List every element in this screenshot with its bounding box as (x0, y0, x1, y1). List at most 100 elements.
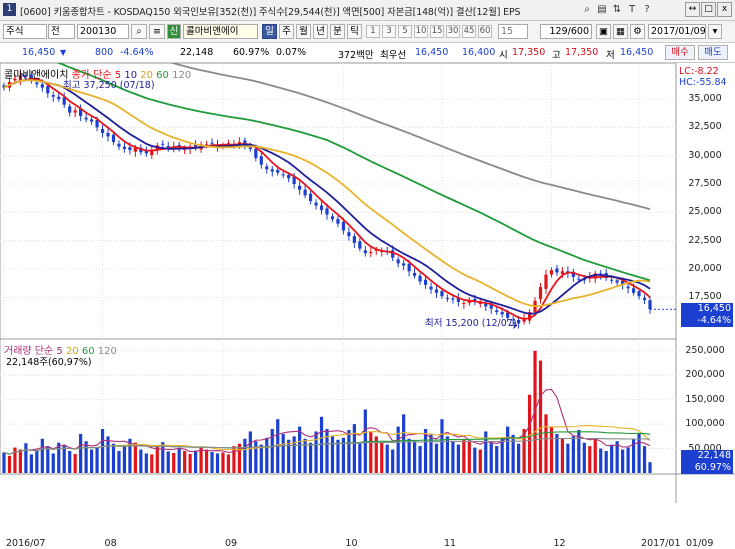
minute-1[interactable]: 1 (366, 25, 380, 38)
stock-chart[interactable] (0, 63, 735, 503)
volume-bar (478, 449, 482, 473)
volume-bar (188, 453, 192, 473)
candle-body (161, 143, 165, 145)
candle-body (84, 117, 88, 120)
x-tick-label: 09 (224, 538, 238, 549)
minute-60[interactable]: 60 (478, 25, 492, 38)
minute-5[interactable]: 5 (398, 25, 412, 38)
candle-body (440, 291, 444, 297)
restore-button[interactable]: ↔ (685, 2, 700, 17)
period-week[interactable]: 주 (279, 24, 294, 39)
volume-bar (215, 453, 220, 473)
volume-tick-label: 200,000 (685, 369, 725, 381)
candle-body (462, 303, 466, 304)
candle-body (402, 263, 406, 266)
stock-name-field[interactable]: 콜마비앤에이 (183, 24, 258, 39)
volume-bar (325, 429, 329, 473)
volume-bar (412, 441, 417, 473)
volume-bar (440, 419, 444, 473)
volume-bar (626, 447, 630, 473)
volume-bar (18, 449, 23, 473)
candle-body (210, 142, 214, 144)
prefix-select[interactable]: 전 (48, 24, 75, 39)
volume-bar (604, 451, 608, 473)
candle-body (369, 252, 373, 254)
volume-value: 22,148 (180, 47, 214, 58)
count-field[interactable]: 129/600 (540, 24, 592, 39)
folder-icon[interactable]: ▤ (595, 3, 609, 17)
ma60-label: 60 (156, 70, 169, 81)
date-field[interactable]: 2017/01/09 (648, 24, 706, 39)
period-year[interactable]: 년 (313, 24, 328, 39)
grid-icon[interactable]: ▦ (613, 24, 628, 39)
volume-bar (122, 446, 127, 473)
candle-body (429, 286, 433, 290)
volume-bar (506, 426, 510, 473)
sort-icon[interactable]: ⇅ (610, 3, 624, 17)
calendar-icon[interactable]: ▾ (708, 24, 722, 39)
period-tick[interactable]: 틱 (347, 24, 362, 39)
candle-body (577, 278, 581, 280)
text-tool-icon[interactable]: T (625, 3, 639, 17)
vma120-label: 120 (97, 346, 117, 357)
volume-bar (423, 429, 428, 473)
search-button[interactable]: ⌕ (131, 24, 147, 39)
close-button[interactable]: x (717, 2, 732, 17)
candle-body (287, 174, 291, 179)
volume-bar (270, 429, 274, 473)
period-minute[interactable]: 분 (330, 24, 345, 39)
window-controls: ↔ □ x (685, 2, 732, 17)
volume-bar (2, 452, 6, 473)
volume-bar (24, 443, 28, 473)
menu-icon[interactable]: ≡ (149, 24, 165, 39)
minute-15[interactable]: 15 (430, 25, 444, 38)
candle-body (648, 300, 652, 310)
volume-bar (610, 444, 614, 473)
minute-10[interactable]: 10 (414, 25, 428, 38)
minute-30[interactable]: 30 (446, 25, 460, 38)
volume-ratio: 60.97% (233, 47, 270, 58)
candle-body (642, 297, 647, 301)
candle-body (204, 144, 209, 146)
candle-body (407, 263, 411, 272)
candle-body (445, 297, 450, 299)
minute-45[interactable]: 45 (462, 25, 476, 38)
volume-bar (303, 438, 307, 473)
stock-code-input[interactable]: 200130 (77, 24, 129, 39)
volume-bar (385, 444, 389, 473)
maximize-button[interactable]: □ (701, 2, 716, 17)
settings-icon[interactable]: ⚙ (630, 24, 645, 39)
plot-frame (0, 63, 677, 475)
save-icon[interactable]: ▣ (596, 24, 611, 39)
volume-bar (166, 451, 170, 473)
volume-bar (79, 433, 83, 473)
volume-bar (281, 433, 285, 473)
volume-bar (347, 429, 351, 473)
volume-bar (588, 446, 592, 473)
custom-minute-select[interactable]: 15 (498, 24, 528, 39)
volume-tick-label: 250,000 (685, 344, 725, 356)
help-icon[interactable]: ? (640, 3, 654, 17)
search-icon[interactable]: ⌕ (580, 3, 594, 17)
x-tick-label: 12 (553, 538, 566, 549)
period-day[interactable]: 일 (262, 24, 277, 39)
period-month[interactable]: 월 (296, 24, 311, 39)
sell-button[interactable]: 매도 (698, 45, 728, 60)
chart-area[interactable]: 콜마비앤에이치 종가 단순 5 10 20 60 120 최고 37,250 (… (0, 63, 735, 549)
volume-bar (473, 447, 477, 473)
volume-bar (144, 453, 148, 473)
candle-body (363, 250, 367, 254)
candle-body (341, 221, 346, 231)
candle-body (100, 129, 105, 133)
market-select[interactable]: 주식 (3, 24, 47, 39)
price-tick-label: 22,500 (688, 234, 722, 246)
buy-button[interactable]: 매수 (665, 45, 695, 60)
candle-body (358, 241, 362, 249)
volume-bar (183, 451, 187, 473)
rate-value: 0.07% (276, 47, 307, 58)
candle-body (538, 287, 543, 300)
volume-bar (298, 426, 302, 473)
minute-3[interactable]: 3 (382, 25, 396, 38)
volume-bar (538, 360, 543, 473)
candle-body (117, 143, 121, 147)
